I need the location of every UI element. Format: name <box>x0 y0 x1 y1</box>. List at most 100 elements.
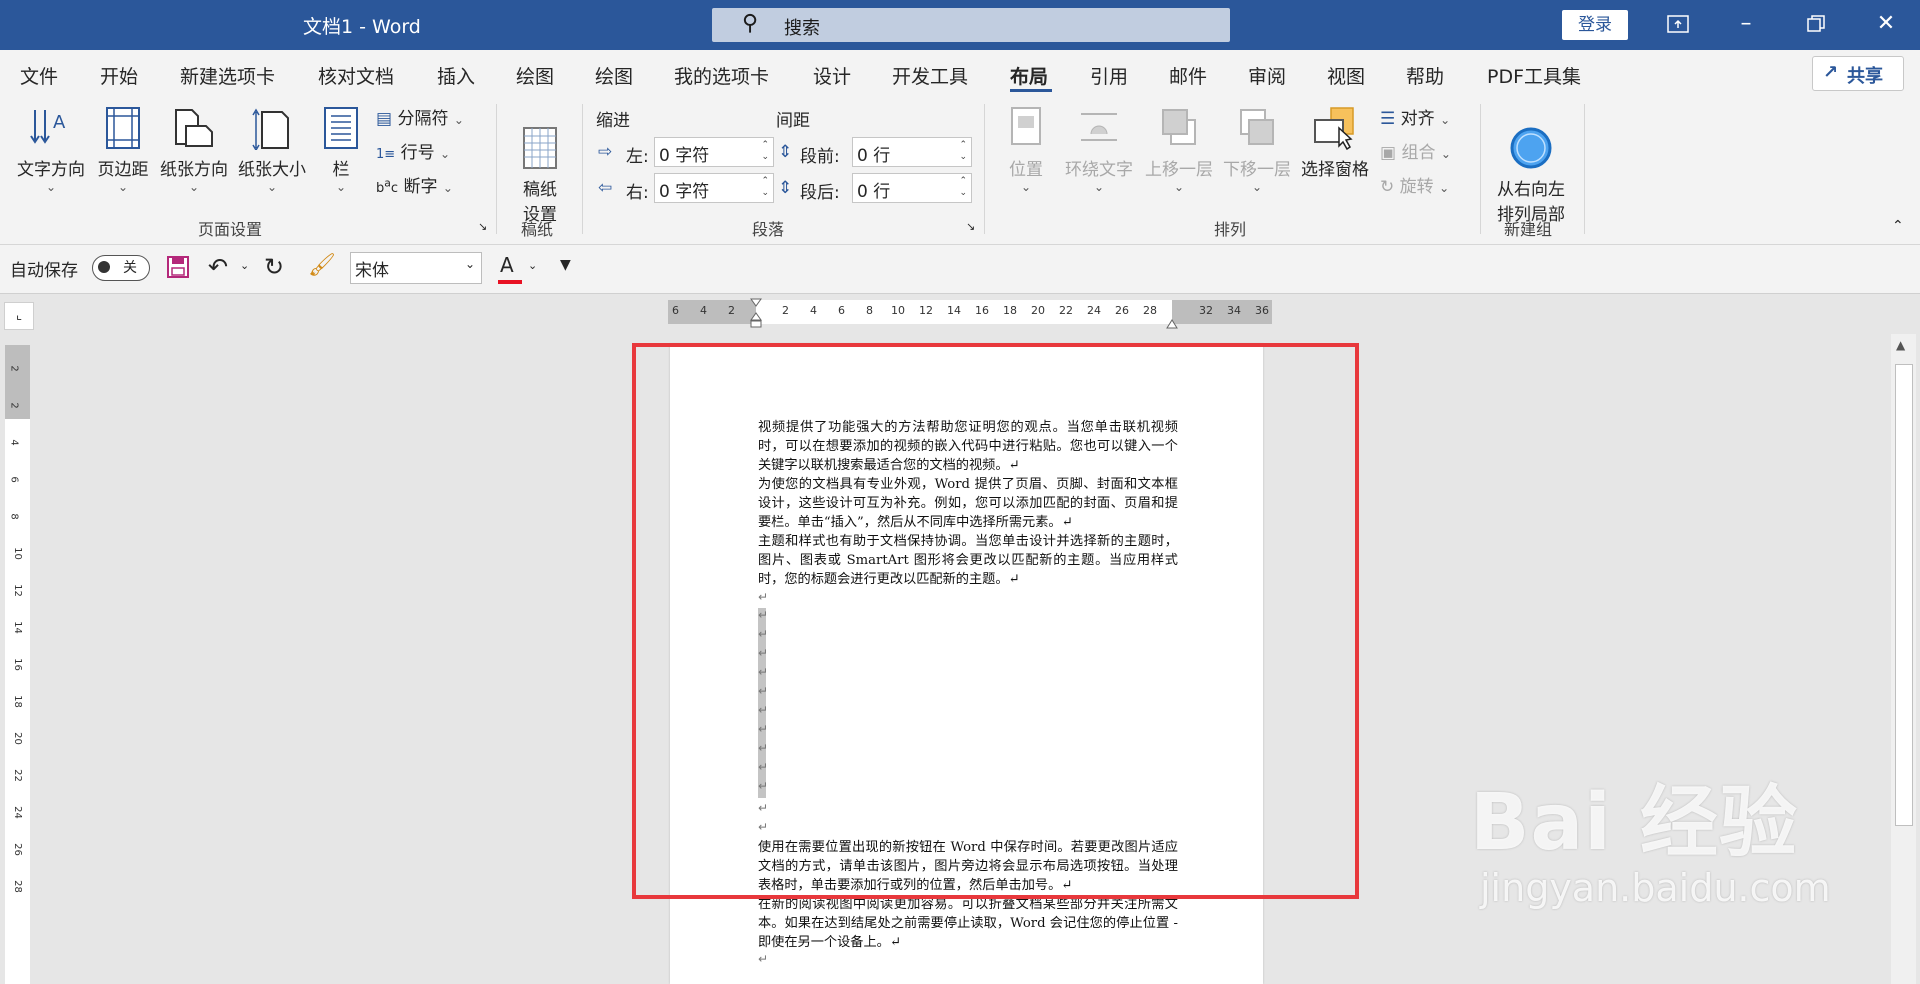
tab-mailings[interactable]: 邮件 <box>1169 62 1207 89</box>
restore-icon[interactable] <box>1788 6 1844 42</box>
search-box[interactable]: ⚲ 搜索 <box>712 8 1230 42</box>
redo-icon[interactable]: ↻ <box>264 253 284 281</box>
vertical-scrollbar[interactable]: ▲ <box>1891 334 1916 984</box>
align-button[interactable]: ☰ 对齐 ⌄ <box>1380 104 1450 129</box>
margins-button[interactable]: 页边距 ⌄ <box>93 106 153 194</box>
tab-design[interactable]: 设计 <box>813 62 851 89</box>
bring-forward-button[interactable]: 上移一层 ⌄ <box>1140 106 1218 194</box>
tab-references[interactable]: 引用 <box>1090 62 1128 89</box>
tab-home[interactable]: 开始 <box>100 62 138 89</box>
spacing-title: 间距 <box>776 111 810 131</box>
spacing-before-field[interactable]: 0 行 ⌃ ⌄ <box>852 137 972 167</box>
spin-up-icon[interactable]: ⌃ <box>959 140 967 150</box>
tab-new-tab[interactable]: 新建选项卡 <box>180 62 275 89</box>
orientation-label: 纸张方向 <box>160 160 228 180</box>
customize-qat-icon[interactable]: ▼ <box>560 257 571 273</box>
selection-pane-label: 选择窗格 <box>1301 160 1369 180</box>
rotate-button[interactable]: ↻ 旋转 ⌄ <box>1380 172 1449 197</box>
vertical-ruler[interactable]: 2 2 4 6 8 10 12 14 16 18 20 22 24 26 28 <box>5 345 30 984</box>
spin-down-icon[interactable]: ⌄ <box>761 188 769 198</box>
ruler-number: 2 <box>8 365 20 372</box>
scroll-up-icon[interactable]: ▲ <box>1896 338 1905 352</box>
send-backward-button[interactable]: 下移一层 ⌄ <box>1218 106 1296 194</box>
save-icon[interactable] <box>166 255 190 283</box>
tab-pdf-tools[interactable]: PDF工具集 <box>1487 62 1581 89</box>
paper-size-button[interactable]: 纸张大小 ⌄ <box>233 106 311 194</box>
spin-down-icon[interactable]: ⌄ <box>761 152 769 162</box>
undo-icon[interactable]: ↶ <box>208 253 228 281</box>
chevron-down-icon: ⌄ <box>1439 181 1450 195</box>
spin-up-icon[interactable]: ⌃ <box>761 176 769 186</box>
hyphenation-button[interactable]: bac 断字 ⌄ <box>376 172 453 197</box>
ruler-number: 4 <box>700 304 707 317</box>
spin-up-icon[interactable]: ⌃ <box>761 140 769 150</box>
toggle-state-label: 关 <box>123 260 137 276</box>
tab-file[interactable]: 文件 <box>20 62 58 89</box>
ribbon-display-options-icon[interactable] <box>1650 6 1706 42</box>
minimize-icon[interactable]: – <box>1718 6 1774 42</box>
chevron-down-icon: ⌄ <box>1173 180 1185 194</box>
font-color-button[interactable]: A <box>498 253 522 284</box>
font-color-swatch <box>498 280 522 284</box>
align-label: 对齐 <box>1400 109 1435 129</box>
autosave-toggle[interactable]: 关 <box>92 255 150 281</box>
breaks-button[interactable]: ▤ 分隔符 ⌄ <box>376 104 464 129</box>
breaks-label: 分隔符 <box>397 109 449 129</box>
tab-developer[interactable]: 开发工具 <box>892 62 968 89</box>
spacing-after-icon: ⇕ <box>778 178 793 198</box>
spin-up-icon[interactable]: ⌃ <box>959 176 967 186</box>
columns-button[interactable]: 栏 ⌄ <box>318 106 364 194</box>
paragraph-5[interactable]: 在新的阅读视图中阅读更加容易。可以折叠文档某些部分并关注所需文本。如果在达到结尾… <box>758 895 1178 952</box>
baidu-watermark: Bai 经验 jingyan.baidu.com <box>1470 760 1831 910</box>
text-direction-button[interactable]: A 文字方向 ⌄ <box>12 106 90 194</box>
tab-selector[interactable]: ⌞ <box>4 302 34 330</box>
ruler-number: 14 <box>11 621 23 634</box>
group-objects-button[interactable]: ▣ 组合 ⌄ <box>1380 138 1451 163</box>
chevron-down-icon: ⌄ <box>188 180 200 194</box>
chevron-down-icon: ⌄ <box>266 180 278 194</box>
tab-draw-1[interactable]: 绘图 <box>516 62 554 89</box>
group-separator <box>582 104 583 234</box>
format-painter-icon[interactable]: 🖌 <box>308 253 336 278</box>
group-objects-label: 组合 <box>1401 143 1436 163</box>
tab-proof-document[interactable]: 核对文档 <box>318 62 394 89</box>
collapse-ribbon-icon[interactable]: ⌃ <box>1892 218 1904 234</box>
spin-down-icon[interactable]: ⌄ <box>959 188 967 198</box>
chevron-down-icon[interactable]: ⌄ <box>528 259 537 272</box>
orientation-button[interactable]: 纸张方向 ⌄ <box>155 106 233 194</box>
tab-help[interactable]: 帮助 <box>1406 62 1444 89</box>
scrollbar-thumb[interactable] <box>1895 364 1913 826</box>
tab-insert[interactable]: 插入 <box>437 62 475 89</box>
spin-down-icon[interactable]: ⌄ <box>959 152 967 162</box>
spacing-after-field[interactable]: 0 行 ⌃ ⌄ <box>852 173 972 203</box>
horizontal-ruler[interactable]: 6 4 2 2 4 6 8 10 12 14 16 18 20 22 24 26… <box>668 298 1272 329</box>
ruler-margin-left <box>668 300 756 324</box>
wrap-text-button[interactable]: 环绕文字 ⌄ <box>1060 106 1138 194</box>
tab-view[interactable]: 视图 <box>1327 62 1365 89</box>
tab-layout[interactable]: 布局 <box>1010 62 1048 89</box>
line-numbers-button[interactable]: 1≡ 行号 ⌄ <box>376 138 450 163</box>
paragraph-dialog-launcher-icon[interactable]: ↘ <box>966 220 975 233</box>
position-button[interactable]: 位置 ⌄ <box>996 106 1056 194</box>
page-setup-dialog-launcher-icon[interactable]: ↘ <box>478 220 487 233</box>
indent-left-field[interactable]: 0 字符 ⌃ ⌄ <box>654 137 774 167</box>
chevron-down-icon[interactable]: ⌄ <box>240 259 249 272</box>
chevron-down-icon: ⌄ <box>117 180 129 194</box>
tab-draw-2[interactable]: 绘图 <box>595 62 633 89</box>
columns-label: 栏 <box>332 160 350 180</box>
chevron-down-icon: ⌄ <box>335 180 347 194</box>
close-icon[interactable]: ✕ <box>1858 6 1914 42</box>
font-name-select[interactable]: 宋体 ⌄ <box>350 252 482 284</box>
first-line-indent-marker-icon[interactable] <box>750 298 762 328</box>
tab-review[interactable]: 审阅 <box>1248 62 1286 89</box>
selection-pane-button[interactable]: 选择窗格 <box>1296 106 1374 180</box>
chevron-down-icon: ⌄ <box>1020 180 1032 194</box>
tab-my-tab[interactable]: 我的选项卡 <box>674 62 769 89</box>
send-backward-label: 下移一层 <box>1223 160 1291 180</box>
right-indent-marker-icon[interactable] <box>1166 314 1178 333</box>
indent-right-field[interactable]: 0 字符 ⌃ ⌄ <box>654 173 774 203</box>
share-button[interactable]: ↗ 共享 <box>1812 56 1904 91</box>
ruler-number: 8 <box>866 304 873 317</box>
login-button[interactable]: 登录 <box>1562 10 1628 40</box>
watermark-brand: Bai 经验 <box>1470 778 1798 868</box>
